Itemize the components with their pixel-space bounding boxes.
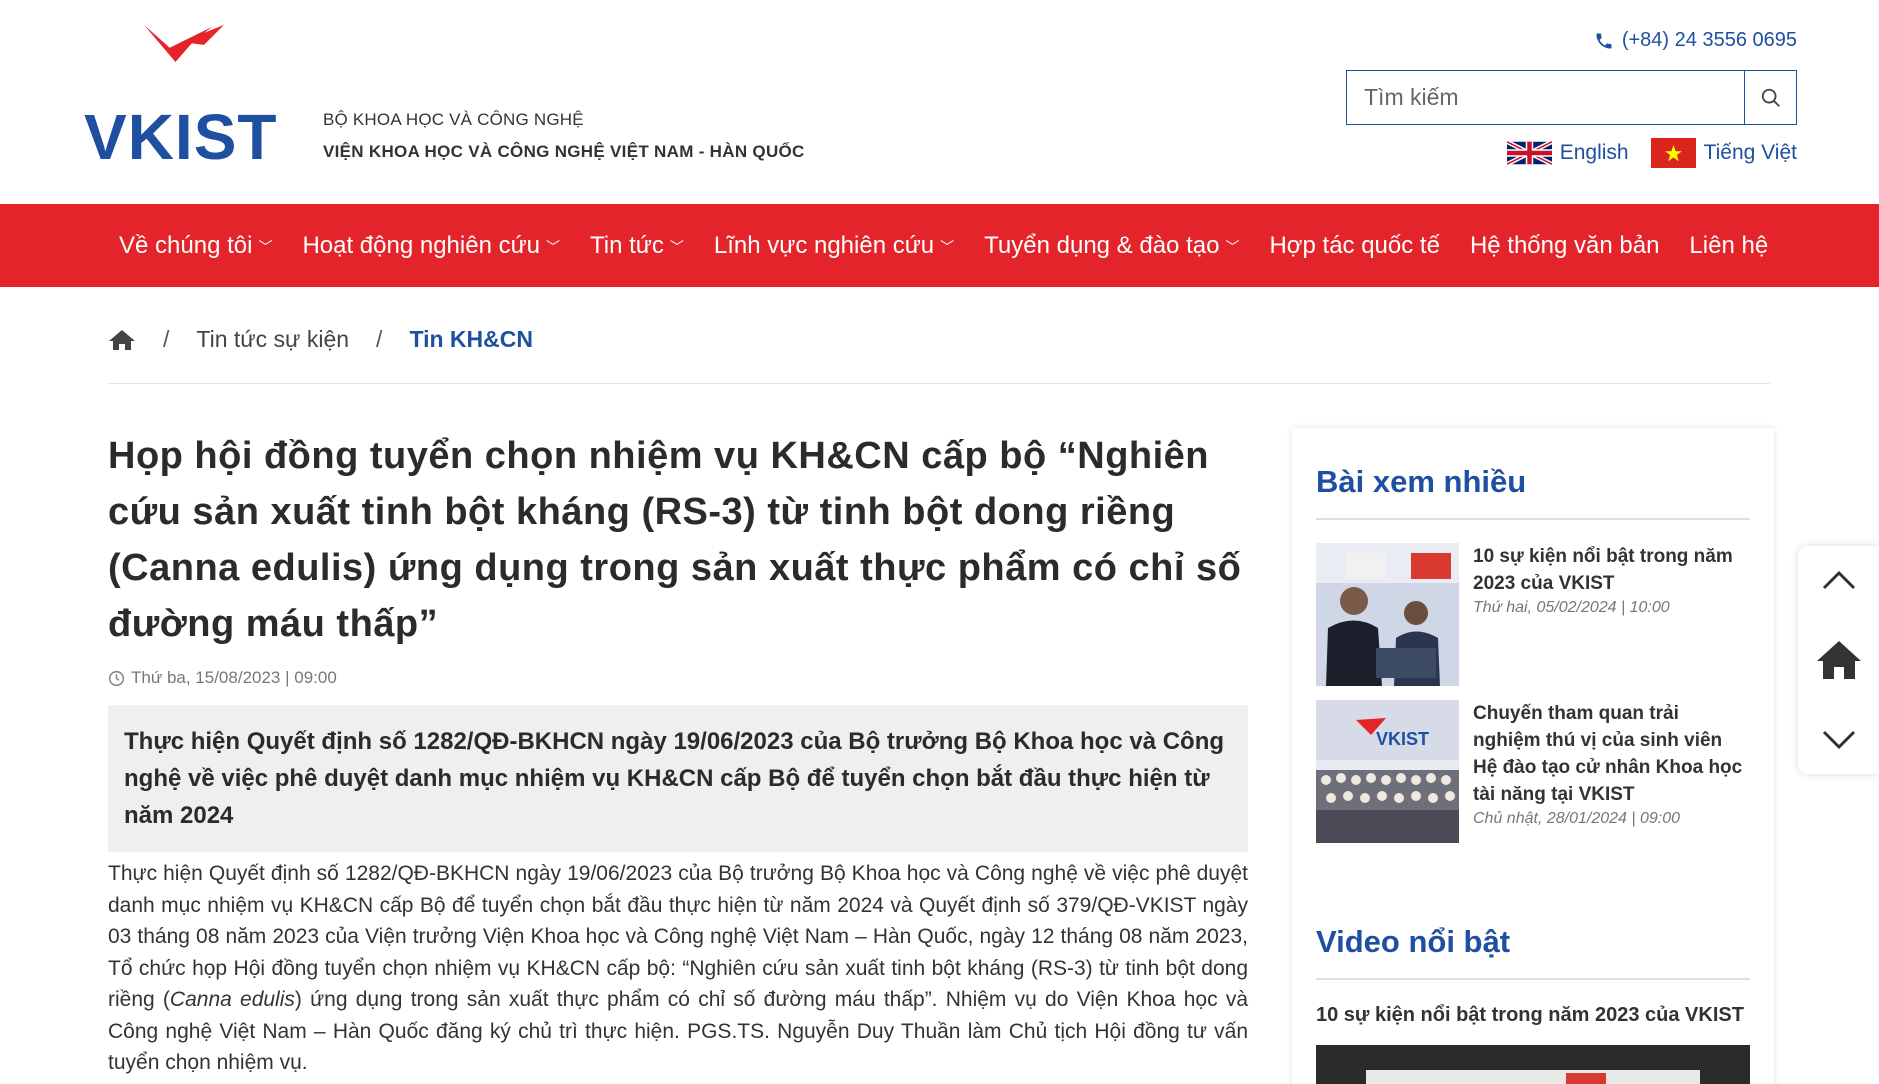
search-icon: [1761, 88, 1780, 107]
lang-english-label: English: [1559, 141, 1629, 164]
search-box: [1346, 70, 1797, 125]
nav-recruitment[interactable]: Tuyển dụng & đào tạo ﹀: [984, 232, 1239, 260]
uk-flag-icon: [1506, 139, 1552, 167]
popular-item-title[interactable]: 10 sự kiện nổi bật trong năm 2023 của VK…: [1473, 543, 1750, 597]
chevron-down-icon: ﹀: [940, 238, 955, 255]
popular-item-text: 10 sự kiện nổi bật trong năm 2023 của VK…: [1473, 543, 1750, 686]
site-header: VKIST BỘ KHOA HỌC VÀ CÔNG NGHỆ VIỆN KHOA…: [0, 0, 1879, 204]
home-icon[interactable]: [108, 328, 136, 352]
article-body-italic: Canna edulis: [169, 988, 295, 1011]
lang-vietnamese-label: Tiếng Việt: [1703, 141, 1797, 164]
svg-text:VKIST: VKIST: [1376, 729, 1429, 749]
lang-vietnamese[interactable]: Tiếng Việt: [1650, 138, 1797, 168]
chevron-down-icon: ﹀: [258, 238, 273, 255]
divider: [1316, 978, 1750, 980]
vn-flag-icon: [1650, 138, 1696, 168]
search-button[interactable]: [1744, 71, 1796, 124]
news-thumbnail[interactable]: [1316, 543, 1459, 686]
article-lead: Thực hiện Quyết định số 1282/QĐ-BKHCN ng…: [108, 705, 1248, 852]
clock-icon: [108, 670, 125, 686]
popular-item-title[interactable]: Chuyến tham quan trải nghiệm thú vị của …: [1473, 700, 1750, 808]
popular-item-text: Chuyến tham quan trải nghiệm thú vị của …: [1473, 700, 1750, 843]
phone-number: (+84) 24 3556 0695: [1621, 29, 1797, 51]
nav-about[interactable]: Về chúng tôi ﹀: [119, 232, 272, 260]
chevron-down-icon: ﹀: [1225, 238, 1240, 255]
home-icon[interactable]: [1815, 639, 1863, 681]
breadcrumb-current[interactable]: Tin KH&CN: [409, 326, 533, 353]
divider: [1316, 518, 1750, 520]
article-body: Thực hiện Quyết định số 1282/QĐ-BKHCN ng…: [108, 858, 1248, 1079]
institute-name: VIỆN KHOA HỌC VÀ CÔNG NGHỆ VIỆT NAM - HÀ…: [323, 142, 805, 161]
video-title[interactable]: 10 sự kiện nổi bật trong năm 2023 của VK…: [1316, 1004, 1744, 1027]
news-thumbnail[interactable]: VKIST: [1316, 700, 1459, 843]
phone-link[interactable]: (+84) 24 3556 0695: [1594, 29, 1797, 52]
popular-item[interactable]: 10 sự kiện nổi bật trong năm 2023 của VK…: [1316, 543, 1750, 686]
article-date: Thứ ba, 15/08/2023 | 09:00: [131, 668, 337, 687]
breadcrumb-news-events[interactable]: Tin tức sự kiện: [196, 326, 349, 353]
popular-item-date: Chủ nhật, 28/01/2024 | 09:00: [1473, 810, 1680, 827]
lang-english[interactable]: English: [1506, 138, 1629, 168]
ministry-name: BỘ KHOA HỌC VÀ CÔNG NGHỆ: [323, 110, 584, 129]
nav-international[interactable]: Hợp tác quốc tế: [1269, 232, 1440, 260]
breadcrumb-separator: /: [376, 326, 383, 352]
popular-item[interactable]: VKIST Chuyến tham quan trải nghiệm thú v…: [1316, 700, 1750, 843]
popular-item-date: Thứ hai, 05/02/2024 | 10:00: [1473, 599, 1670, 616]
phone-icon: [1596, 33, 1612, 48]
chevron-down-icon: ﹀: [546, 238, 561, 255]
article-meta: Thứ ba, 15/08/2023 | 09:00: [108, 668, 337, 688]
divider: [108, 383, 1770, 384]
search-input[interactable]: [1347, 71, 1744, 124]
article-title: Họp hội đồng tuyển chọn nhiệm vụ KH&CN c…: [108, 435, 1242, 645]
sidebar: Bài xem nhiều 10 sự kiện nổi bật trong n…: [1292, 428, 1774, 1084]
breadcrumb-separator: /: [163, 326, 170, 352]
breadcrumb: / Tin tức sự kiện / Tin KH&CN: [108, 326, 533, 353]
nav-research-activities[interactable]: Hoạt động nghiên cứu ﹀: [302, 232, 560, 260]
nav-contact[interactable]: Liên hệ: [1689, 232, 1768, 260]
main-nav: Về chúng tôi ﹀ Hoạt động nghiên cứu ﹀ Tin …: [0, 204, 1879, 287]
video-thumbnail[interactable]: [1316, 1045, 1750, 1084]
chevron-down-icon: ﹀: [669, 238, 684, 255]
nav-news[interactable]: Tin tức ﹀: [590, 232, 684, 260]
nav-documents[interactable]: Hệ thống văn bản: [1470, 232, 1659, 260]
language-switcher: English Tiếng Việt: [1506, 138, 1797, 168]
chevron-down-icon[interactable]: [1822, 730, 1856, 750]
scroll-controls: [1798, 546, 1879, 774]
logo-text[interactable]: VKIST: [84, 100, 277, 174]
nav-research-fields[interactable]: Lĩnh vực nghiên cứu ﹀: [714, 232, 954, 260]
chevron-up-icon[interactable]: [1822, 570, 1856, 590]
popular-heading: Bài xem nhiều: [1316, 464, 1527, 499]
vkist-logo-icon[interactable]: [84, 22, 284, 102]
video-heading: Video nổi bật: [1316, 924, 1511, 959]
